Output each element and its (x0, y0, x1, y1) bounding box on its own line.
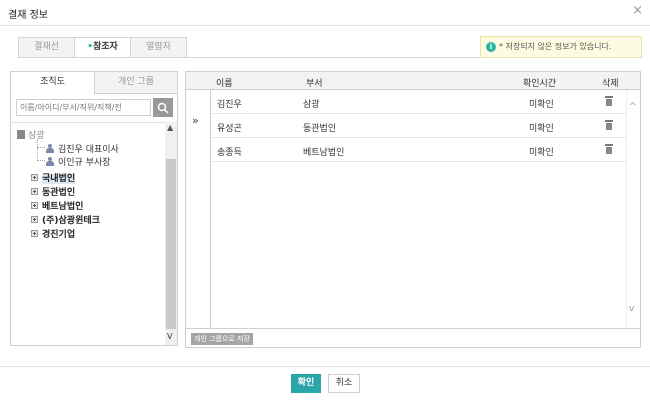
expand-icon[interactable] (31, 230, 38, 237)
list-header: 이름 부서 확인시간 삭제 (186, 72, 640, 90)
tree-person[interactable]: 김진우 대표이사 (46, 142, 119, 155)
dialog-title: 결재 정보 (8, 10, 48, 21)
cancel-button[interactable]: 취소 (328, 374, 360, 393)
trash-icon[interactable] (605, 96, 613, 106)
col-delete: 삭제 (602, 79, 619, 89)
row-status: 미확인 (529, 148, 554, 158)
scroll-down-icon[interactable]: v (629, 304, 634, 314)
scroll-down-icon[interactable]: V (167, 332, 172, 341)
building-icon (17, 130, 25, 139)
scroll-up-icon[interactable]: ^ (629, 102, 637, 112)
row-name: 유성곤 (217, 124, 242, 134)
row-status: 미확인 (529, 100, 554, 110)
col-confirm-time: 확인시간 (523, 79, 557, 89)
tree-scrollbar[interactable]: ▲ V (165, 122, 177, 345)
tree-dept[interactable]: 베트남법인 (31, 199, 83, 212)
tab-references[interactable]: •참조자 (74, 37, 131, 58)
footer-divider (0, 366, 650, 367)
dept-label: 국내법인 (42, 174, 76, 184)
reference-list-panel: 이름 부서 확인시간 삭제 » 김진우 삼광 미확인 유성곤 동관법인 미확인 … (185, 71, 641, 348)
row-dept: 베트남법인 (303, 148, 345, 158)
search-input[interactable] (16, 99, 151, 116)
tree-connector (37, 139, 38, 161)
notice-text: * 저장되지 않은 정보가 있습니다. (499, 42, 612, 51)
search-button[interactable] (153, 98, 173, 117)
dept-label: 베트남법인 (42, 202, 84, 212)
table-row[interactable]: 송종득 베트남법인 미확인 (212, 139, 626, 162)
tree-connector (37, 147, 45, 148)
expand-icon[interactable] (31, 188, 38, 195)
tab-label: 열람자 (146, 42, 171, 52)
dept-label: 동관법인 (42, 188, 76, 198)
tree-company[interactable]: 삼광 (17, 128, 45, 141)
scroll-thumb[interactable] (166, 159, 176, 329)
list-footer: 개인 그룹으로 저장 (186, 328, 640, 347)
tab-label: 참조자 (92, 42, 118, 52)
row-status: 미확인 (529, 124, 554, 134)
row-name: 송종득 (217, 148, 242, 158)
expand-icon[interactable] (31, 202, 38, 209)
dept-label: (주)삼광윈테크 (42, 216, 100, 226)
tree-dept[interactable]: (주)삼광윈테크 (31, 213, 100, 226)
close-icon[interactable]: × (632, 3, 643, 18)
org-tree: 삼광 김진우 대표이사 이인규 부사장 국내법인 동관법인 베트남법인 (주)삼… (11, 122, 165, 345)
tab-approval-line[interactable]: 결재선 (18, 37, 75, 58)
move-column: » (186, 90, 211, 328)
tree-dept[interactable]: 동관법인 (31, 185, 75, 198)
row-dept: 동관법인 (303, 124, 337, 134)
tab-viewers[interactable]: 열람자 (130, 37, 187, 58)
trash-icon[interactable] (605, 120, 613, 130)
expand-icon[interactable] (31, 216, 38, 223)
unsaved-notice: i * 저장되지 않은 정보가 있습니다. (480, 36, 642, 58)
search-icon (157, 102, 169, 114)
row-name: 김진우 (217, 100, 242, 110)
col-dept: 부서 (306, 79, 323, 89)
tree-dept[interactable]: 경진기업 (31, 227, 75, 240)
tab-label: 결재선 (34, 42, 59, 52)
info-icon: i (486, 41, 496, 52)
person-icon (46, 144, 55, 153)
col-name: 이름 (216, 79, 233, 89)
tab-personal-group[interactable]: 개인 그룹 (95, 72, 177, 94)
confirm-button[interactable]: 확인 (291, 374, 321, 393)
row-dept: 삼광 (303, 100, 320, 110)
table-row[interactable]: 유성곤 동관법인 미확인 (212, 115, 626, 138)
list-scrollbar[interactable]: ^ v (626, 90, 640, 328)
dialog-titlebar: 결재 정보 × (0, 0, 650, 26)
dept-label: 경진기업 (42, 230, 76, 240)
save-personal-group-button[interactable]: 개인 그룹으로 저장 (191, 333, 253, 345)
trash-icon[interactable] (605, 144, 613, 154)
tree-connector (37, 160, 45, 161)
person-label: 김진우 대표이사 (58, 145, 119, 155)
org-panel: 조직도 개인 그룹 삼광 김진우 대표이사 이인규 부사장 국내법인 동관법인 … (10, 71, 178, 346)
scroll-up-icon[interactable]: ▲ (167, 123, 173, 132)
tree-dept[interactable]: 국내법인 (31, 171, 76, 184)
add-to-list-icon[interactable]: » (192, 114, 199, 127)
table-row[interactable]: 김진우 삼광 미확인 (212, 91, 626, 114)
expand-icon[interactable] (31, 174, 38, 181)
tree-person[interactable]: 이인규 부사장 (46, 155, 111, 168)
person-icon (46, 157, 55, 166)
tab-org-chart[interactable]: 조직도 (11, 72, 95, 94)
person-label: 이인규 부사장 (58, 158, 111, 168)
